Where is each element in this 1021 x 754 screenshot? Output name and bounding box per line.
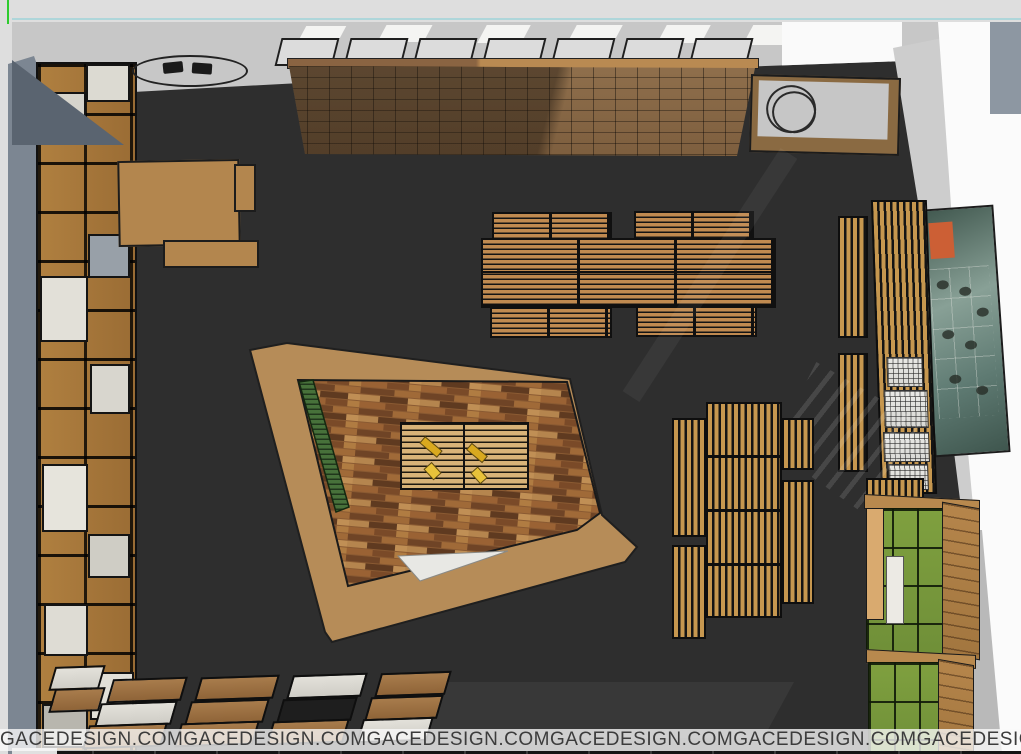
side-cabinet xyxy=(749,74,901,156)
watermark-text: GACEDESIGN.COM xyxy=(183,729,366,751)
watermark-text: GACEDESIGN.COM xyxy=(917,729,1021,751)
watermark-text: GACEDESIGN.COM xyxy=(0,729,183,751)
display-table xyxy=(194,675,280,702)
slatted-bench xyxy=(490,307,612,338)
dark-seat xyxy=(162,61,183,74)
axis-line-green xyxy=(7,0,9,24)
locker-wood-side xyxy=(942,502,980,661)
wire-basket xyxy=(886,357,923,387)
slat-shelf-narrow xyxy=(838,216,868,338)
slat-bench xyxy=(672,545,706,639)
locker-tan-cell xyxy=(866,508,884,620)
shelf-cell xyxy=(88,534,130,578)
shelf-cell xyxy=(90,364,130,414)
slat-table-main xyxy=(706,402,782,618)
display-box xyxy=(48,687,105,713)
locker-white-cell xyxy=(886,556,904,624)
top-edge-line xyxy=(12,18,1021,20)
slat-bench xyxy=(782,418,814,470)
slat-bench xyxy=(782,480,814,604)
corner-desk xyxy=(117,159,240,247)
render-canvas: GACEDESIGN.COM GACEDESIGN.COM GACEDESIGN… xyxy=(0,0,1021,754)
shelf-cell xyxy=(44,604,88,656)
round-ceiling-lamp xyxy=(132,55,248,87)
artwork-orange-square xyxy=(928,222,954,260)
shelf-cell xyxy=(40,276,88,342)
corner-desk-side xyxy=(234,164,256,212)
shelf-cell xyxy=(86,64,130,102)
watermark-text: GACEDESIGN.COM xyxy=(367,729,550,751)
display-table xyxy=(286,673,368,700)
central-wood-platform xyxy=(245,335,655,655)
slat-bench xyxy=(672,418,706,537)
watermark-text: GACEDESIGN.COM xyxy=(733,729,916,751)
watermark-text: GACEDESIGN.COM xyxy=(550,729,733,751)
shelf-cell xyxy=(42,464,88,532)
watermark-band: GACEDESIGN.COM GACEDESIGN.COM GACEDESIGN… xyxy=(0,729,1021,751)
corner-desk-extension xyxy=(163,240,259,268)
display-table xyxy=(374,671,452,697)
dark-seat xyxy=(192,62,213,74)
right-wall-top-panel xyxy=(990,22,1021,114)
hanging-wood-slat-panel xyxy=(285,66,760,158)
display-table xyxy=(106,677,188,704)
